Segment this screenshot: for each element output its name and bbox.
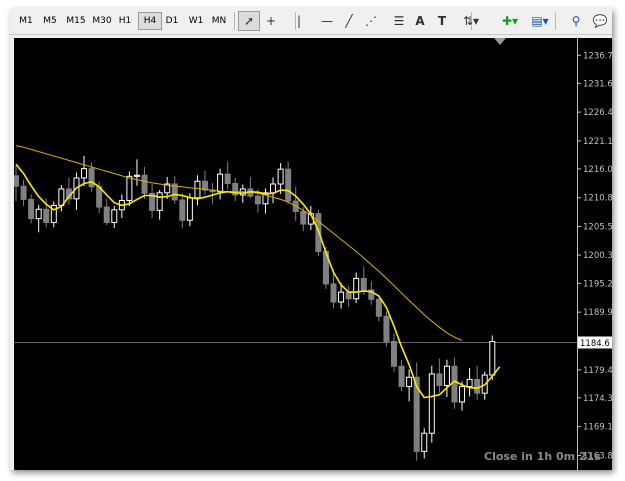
price-tick-label: 1216.05 [583,165,612,175]
chat-icon[interactable]: 💬 [590,12,610,30]
arrows-dropdown-icon[interactable]: ⇅▾ [459,12,483,30]
candle-bear [398,365,405,388]
candle-bear [375,298,382,317]
candle-bull [353,277,360,300]
price-tick-label: 1231.65 [583,79,612,89]
candle-bull [217,173,224,193]
chart-canvas[interactable]: 1236.75 1231.65 1226.40 1221.15 1216.05 1210.… [13,38,618,470]
timeframe-w1-button[interactable]: W1 [185,13,207,29]
candle-bear [345,291,352,300]
price-tick-label: 1226.40 [583,108,612,118]
new-chart-icon[interactable]: ✚▾ [498,12,522,30]
timeframe-h1-button[interactable]: H1 [114,13,136,29]
fibonacci-retracement-icon[interactable]: ☰ [390,12,408,30]
candle-bull [421,432,428,452]
candle-bull [277,168,284,185]
candle-bull [133,174,140,177]
current-price-label: 1184.6 [580,339,610,349]
price-tick-label: 1221.15 [583,137,612,147]
equidistant-channel-icon[interactable]: ⋰ [361,12,381,30]
search-icon[interactable]: ⚲ [568,12,584,30]
candle-bull [459,386,466,403]
text-icon[interactable]: A [412,12,428,30]
candle-bear [451,365,458,403]
timeframe-m5-button[interactable]: M5 [39,13,61,29]
chart-background[interactable] [14,38,612,470]
candle-bear [88,168,95,188]
candle-bear [254,195,261,205]
text-label-icon[interactable]: T [434,12,450,30]
candle-bull [111,209,118,223]
price-tick-label: 1205.55 [583,223,612,233]
vertical-line-icon[interactable]: | [291,12,307,30]
candle-bull [489,341,496,376]
horizontal-line-icon[interactable]: — [318,12,336,30]
price-tick-label: 1189.95 [583,308,612,318]
candle-bull [35,208,42,220]
candle-bear [474,378,481,394]
candle-bear [179,199,186,221]
candle-bear [330,283,337,303]
price-tick-label: 1174.35 [583,394,612,404]
candle-bear [285,168,292,202]
candle-bull [156,192,163,211]
candle-bear [202,180,208,191]
candle-bull [443,365,450,386]
candle-bull [126,175,133,201]
trendline-icon[interactable]: ╱ [340,12,358,30]
timeframe-h4-button[interactable]: H4 [138,12,162,30]
templates-icon[interactable]: ▤▾ [528,12,552,30]
candle-bear [383,315,390,343]
candle-bull [338,291,345,303]
candle-bear [20,185,27,200]
timeframe-m1-button[interactable]: M1 [15,13,37,29]
candle-bear [360,277,367,291]
timeframe-d1-button[interactable]: D1 [161,13,183,29]
toolbar-separator [555,12,556,30]
candle-bear [28,198,35,220]
price-tick-label: 1179.45 [583,366,612,376]
timeframe-m30-button[interactable]: M30 [91,13,113,29]
price-tick-label: 1236.75 [583,51,612,61]
timeframe-m15-button[interactable]: M15 [63,13,89,29]
terminal-window: M1 M5 M15 M30 H1 H4 D1 W1 MN ➚ + | — ╱ ⋰ ☰ A T ⇅▾ ✚▾ ▤▾ ⚲ 💬 12… [10,8,618,470]
candle-bear [300,210,307,225]
price-tick-label: 1200.35 [583,251,612,261]
candle-bull [406,376,413,388]
candle-bull [81,168,88,179]
timeframe-mn-button[interactable]: MN [208,13,230,29]
candle-bull [428,373,435,434]
candle-bear [224,173,231,184]
cursor-icon[interactable]: ➚ [238,11,260,31]
price-tick-label: 1169.10 [583,423,612,433]
price-chart[interactable]: 1236.75 1231.65 1226.40 1221.15 1216.05 1210.… [13,38,618,470]
candle-bear [43,208,50,223]
candle-bear [141,174,148,194]
candle-bull [186,197,193,221]
candle-bear [103,206,110,223]
crosshair-icon[interactable]: + [261,12,281,30]
candle-bull [466,378,473,388]
toolbar: M1 M5 M15 M30 H1 H4 D1 W1 MN ➚ + | — ╱ ⋰ ☰ A T ⇅▾ ✚▾ ▤▾ ⚲ 💬 [10,8,612,35]
candle-bull [194,180,201,199]
candle-bear [436,373,443,386]
countdown-label: Close in 1h 0m 21s [484,450,601,463]
candle-bull [270,183,277,194]
toolbar-separator [234,12,235,30]
price-tick-label: 1195.20 [583,279,612,289]
price-tick-label: 1210.80 [583,194,612,204]
candle-bear [391,341,397,367]
candle-bear [13,175,19,187]
